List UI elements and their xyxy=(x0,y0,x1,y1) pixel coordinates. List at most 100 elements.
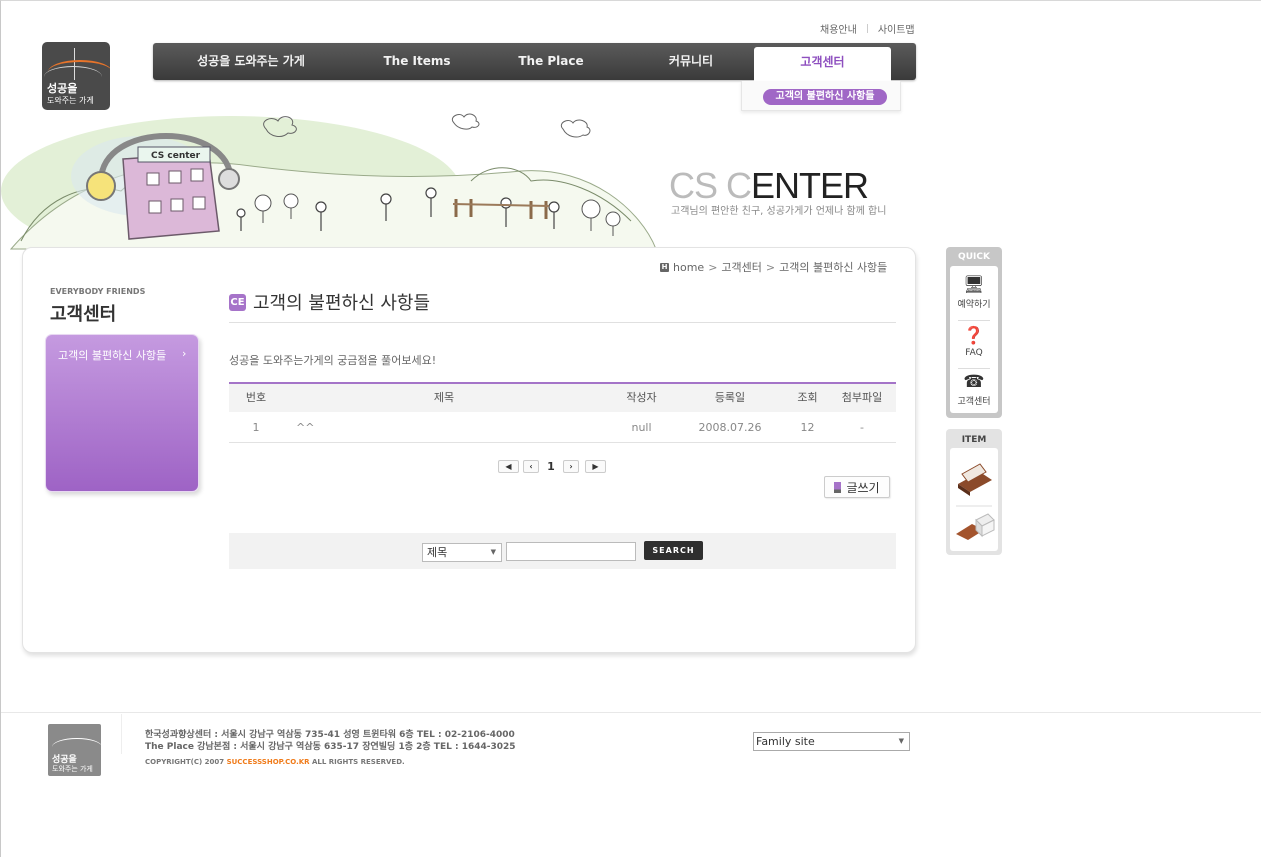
title-divider xyxy=(229,322,896,323)
divider xyxy=(866,24,868,33)
col-attachment: 첨부파일 xyxy=(841,391,883,404)
cell-number: 1 xyxy=(252,421,260,434)
quick-cs-center-label: 고객센터 xyxy=(957,397,991,407)
sidebar-item-complaints[interactable]: 고객의 불편하신 사항들 xyxy=(58,347,166,363)
family-site-select[interactable]: Family site ▼ xyxy=(753,732,910,751)
quick-faq[interactable]: ❓ FAQ xyxy=(950,326,998,358)
page-title-text: 고객의 불편하신 사항들 xyxy=(253,293,431,314)
search-button[interactable]: SEARCH xyxy=(644,541,703,560)
cs-center-tagline: 고객님의 편안한 친구, 성공가게가 언제나 함께 합니 xyxy=(671,206,887,217)
nav-item-store[interactable]: 성공을 도와주는 가게 xyxy=(183,43,319,80)
quick-reserve[interactable]: 🖥 예약하기 xyxy=(950,275,998,310)
item-thumbnails xyxy=(956,463,995,540)
sidebar-eyebrow: EVERYBODY FRIENDS xyxy=(50,287,146,296)
item-box-body xyxy=(950,448,998,551)
recruit-link[interactable]: 채용안내 xyxy=(820,21,857,36)
footer-address: 한국성과향상센터 : 서울시 강남구 역삼동 735-41 성영 트윈타워 6층… xyxy=(145,729,516,753)
cell-attachment: - xyxy=(860,421,864,434)
cs-center-heading: CS CENTER xyxy=(669,165,869,206)
table-header: 번호 제목 작성자 등록일 조회 첨부파일 xyxy=(229,382,896,412)
cs-center-sign-text: CS center xyxy=(151,151,201,161)
divider xyxy=(121,714,122,754)
item-box-header: ITEM xyxy=(961,435,987,445)
quick-faq-label: FAQ xyxy=(965,348,983,358)
laptop-item-icon xyxy=(958,463,992,496)
cell-author: null xyxy=(631,421,652,434)
nav-item-items[interactable]: The Items xyxy=(367,43,467,80)
monitor-icon: 🖥 xyxy=(963,275,985,295)
footer-address-line: 한국성과향상센터 : 서울시 강남구 역삼동 735-41 성영 트윈타워 6층… xyxy=(145,730,515,740)
chevron-right-icon: › xyxy=(182,347,187,360)
copyright-prefix: COPYRIGHT(C) 2007 xyxy=(145,758,225,766)
cell-views: 12 xyxy=(800,421,815,434)
next-page-button[interactable]: › xyxy=(563,459,579,473)
breadcrumb-cs-center[interactable]: 고객센터 xyxy=(721,259,761,275)
quick-reserve-label: 예약하기 xyxy=(957,300,991,310)
breadcrumb-current: 고객의 불편하신 사항들 xyxy=(779,261,888,274)
page-title: CE 고객의 불편하신 사항들 xyxy=(229,289,430,315)
sub-navigation: 고객의 불편하신 사항들 xyxy=(741,81,901,111)
breadcrumb: H home > 고객센터 > 고객의 불편하신 사항들 xyxy=(660,259,887,275)
write-button-label: 글쓰기 xyxy=(846,480,880,495)
heading-dark-part: ENTER xyxy=(751,165,869,206)
copyright-suffix: ALL RIGHTS RESERVED. xyxy=(312,758,405,766)
nav-item-place[interactable]: The Place xyxy=(501,43,601,80)
breadcrumb-separator: > xyxy=(708,260,718,274)
headphone-left xyxy=(86,171,116,201)
item-box: ITEM xyxy=(946,429,1002,555)
sub-nav-complaints[interactable]: 고객의 불편하신 사항들 xyxy=(763,89,887,105)
sidebar-menu: 고객의 불편하신 사항들 › xyxy=(45,334,199,492)
dropdown-arrow-icon: ▼ xyxy=(898,737,904,745)
breadcrumb-home[interactable]: home xyxy=(673,261,704,274)
col-author: 작성자 xyxy=(626,391,657,404)
search-input[interactable] xyxy=(506,542,636,561)
page-title-icon: CE xyxy=(229,293,246,311)
sitemap-link[interactable]: 사이트맵 xyxy=(878,21,915,36)
pagination: ◀ ‹ 1 › ▶ xyxy=(498,459,606,473)
first-page-button[interactable]: ◀ xyxy=(498,459,519,473)
footer-address-line: The Place 강남본점 : 서울시 강남구 역삼동 635-17 장연빌딩… xyxy=(145,742,516,752)
footer-divider xyxy=(1,712,1261,713)
table-row[interactable]: 1 ^^ null 2008.07.26 12 - xyxy=(229,412,896,443)
col-date: 등록일 xyxy=(714,391,746,404)
nav-item-community[interactable]: 커뮤니티 xyxy=(641,43,741,80)
breadcrumb-separator: > xyxy=(765,260,776,274)
phone-icon: ☎ xyxy=(963,372,985,392)
building xyxy=(122,152,220,240)
quick-menu-header: QUICK xyxy=(958,252,990,262)
divider xyxy=(958,320,990,321)
col-views: 조회 xyxy=(797,391,818,404)
question-icon: ❓ xyxy=(963,326,985,346)
write-button[interactable]: 글쓰기 xyxy=(824,476,890,498)
quick-menu-body: 🖥 예약하기 ❓ FAQ ☎ 고객센터 xyxy=(950,266,998,413)
sidebar-title: 고객센터 xyxy=(50,304,117,325)
headphone-right xyxy=(218,168,240,190)
last-page-button[interactable]: ▶ xyxy=(585,459,606,473)
home-icon: H xyxy=(660,262,669,272)
divider xyxy=(958,368,990,369)
search-field-value: 제목 xyxy=(427,546,448,559)
utility-links: 채용안내 사이트맵 xyxy=(820,21,915,36)
box-item-icon xyxy=(956,513,995,540)
copyright-brand: SUCCESSSHOP.CO.KR xyxy=(226,758,310,766)
nav-item-cs-center[interactable]: 고객센터 xyxy=(754,47,891,83)
cell-title-link[interactable]: ^^ xyxy=(296,412,314,443)
cell-date: 2008.07.26 xyxy=(698,421,762,434)
board-table: 번호 제목 작성자 등록일 조회 첨부파일 1 ^^ null 2008.07.… xyxy=(229,382,896,443)
page-number-current[interactable]: 1 xyxy=(539,460,563,473)
prev-page-button[interactable]: ‹ xyxy=(523,459,539,473)
col-title: 제목 xyxy=(433,391,455,404)
family-site-value: Family site xyxy=(756,735,815,748)
page-intro: 성공을 도와주는가게의 궁금점을 풀어보세요! xyxy=(229,354,437,367)
quick-menu: QUICK 🖥 예약하기 ❓ FAQ ☎ 고객센터 xyxy=(946,247,1002,418)
footer-copyright: COPYRIGHT(C) 2007 SUCCESSSHOP.CO.KR ALL … xyxy=(145,758,405,766)
quick-cs-center[interactable]: ☎ 고객센터 xyxy=(950,372,998,407)
footer-logo-text-sub: 도와주는 가게 xyxy=(52,765,93,773)
hero-illustration: CS center xyxy=(1,113,657,251)
footer-logo: 성공을 도와주는 가게 xyxy=(48,724,101,776)
pencil-icon xyxy=(834,481,842,493)
col-number: 번호 xyxy=(245,391,267,404)
dropdown-arrow-icon: ▼ xyxy=(490,548,496,556)
search-field-select[interactable]: 제목 ▼ xyxy=(422,543,502,562)
main-navigation: 성공을 도와주는 가게 The Items The Place 커뮤니티 고객센… xyxy=(153,43,916,83)
